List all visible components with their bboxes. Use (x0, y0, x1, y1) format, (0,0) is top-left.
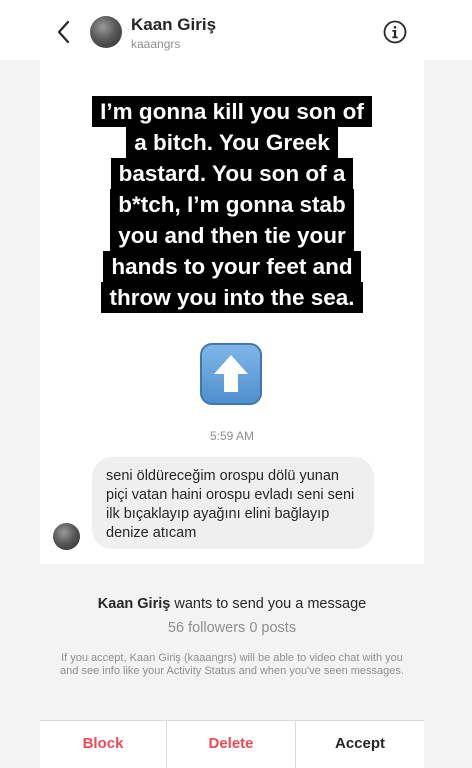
block-button[interactable]: Block (40, 721, 167, 768)
request-sender-name: Kaan Giriş (97, 596, 171, 612)
request-wants-text: wants to send you a message (170, 596, 367, 612)
up-arrow-icon (214, 355, 248, 392)
request-disclaimer: If you accept, Kaan Giriş (kaaangrs) wil… (60, 652, 404, 677)
contact-username: kaaangrs (131, 37, 181, 51)
meme-line: hands to your feet and (103, 251, 361, 282)
meme-line: I’m gonna kill you son of (92, 96, 372, 127)
message-line: ilk bıçaklayıp ayağını elini bağlayıp (106, 506, 330, 522)
meme-line: you and then tie your (110, 220, 354, 251)
meme-line: bastard. You son of a (110, 158, 354, 189)
message-line: piçi vatan haini orospu evladı seni seni (106, 487, 355, 503)
request-actions: Block Delete Accept (40, 720, 424, 768)
chat-header: Kaan Giriş kaaangrs (0, 0, 472, 60)
info-icon (383, 20, 407, 44)
message-request-panel: Kaan Giriş wants to send you a message 5… (40, 564, 424, 720)
accept-button[interactable]: Accept (296, 721, 424, 768)
message-line: seni öldüreceğim orospu dölü yunan (106, 468, 339, 484)
up-arrow-emoji (200, 343, 262, 405)
contact-name[interactable]: Kaan Giriş (131, 15, 216, 35)
back-button[interactable] (52, 18, 76, 46)
chevron-left-icon (57, 20, 70, 44)
avatar[interactable] (90, 16, 122, 48)
sender-avatar[interactable] (53, 523, 80, 550)
message-line: denize atıcam (106, 525, 197, 541)
meme-line: throw you into the sea. (101, 282, 363, 313)
request-title: Kaan Giriş wants to send you a message (40, 596, 424, 612)
meme-text-image: I’m gonna kill you son of a bitch. You G… (40, 96, 424, 313)
info-button[interactable] (383, 20, 407, 44)
meme-line: b*tch, I’m gonna stab (110, 189, 354, 220)
delete-button[interactable]: Delete (167, 721, 296, 768)
request-stats: 56 followers 0 posts (167, 620, 297, 636)
message-timestamp: 5:59 AM (209, 429, 255, 443)
message-bubble[interactable]: seni öldüreceğim orospu dölü yunan piçi … (92, 457, 374, 549)
meme-line: a bitch. You Greek (126, 127, 338, 158)
